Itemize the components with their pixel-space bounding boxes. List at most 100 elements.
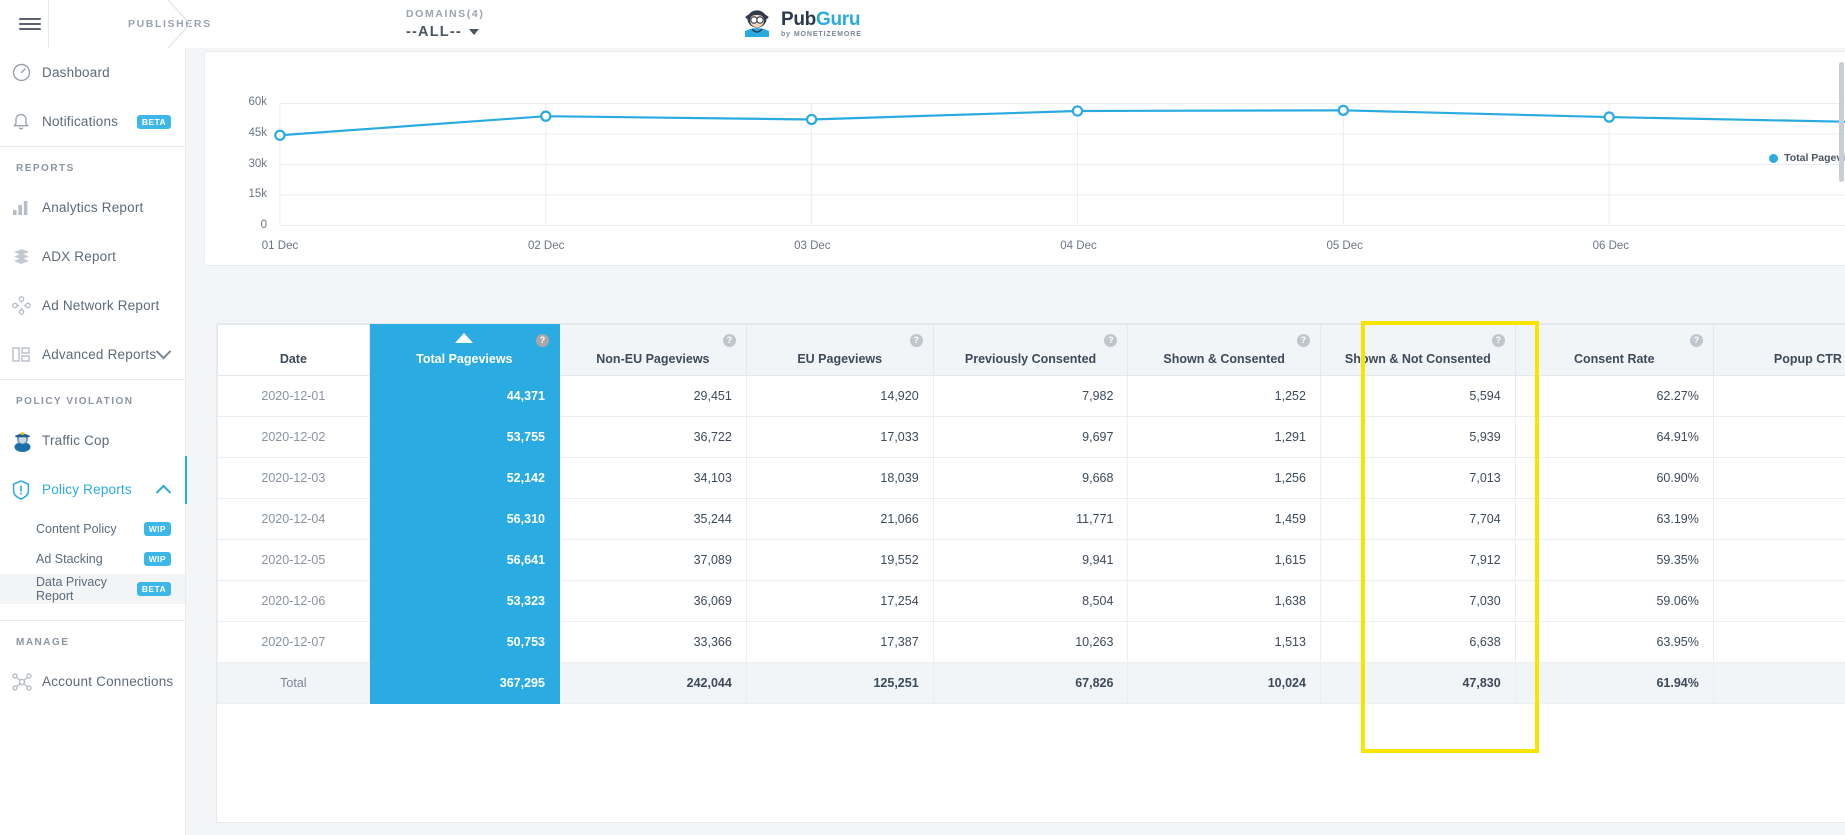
main-content: 60k 45k 30k 15k 0 01 Dec 02 Dec 03 Dec 04 Dec 05 … bbox=[186, 48, 1845, 835]
cell-total_pv: 52,142 bbox=[368, 457, 560, 499]
table-header-non_eu_pv[interactable]: ? Non-EU Pageviews bbox=[558, 324, 747, 376]
sidebar-badge-wip: WIP bbox=[143, 522, 171, 536]
help-icon[interactable]: ? bbox=[1689, 334, 1703, 347]
sidebar-item-advanced-reports[interactable]: Advanced Reports bbox=[0, 330, 185, 379]
cell-eu_pv: 17,387 bbox=[745, 621, 934, 663]
cell-popup_ctr: 18.89% bbox=[1712, 580, 1845, 622]
table-row[interactable]: 2020-12-07 50,753 33,366 17,387 10,263 1,513 6… bbox=[217, 621, 1845, 663]
table-header-label: Shown & Not Consented bbox=[1344, 352, 1491, 366]
pubguru-wordmark: PubGuru by MONETIZEMORE bbox=[781, 10, 862, 38]
page-scrollbar[interactable] bbox=[1838, 48, 1845, 835]
cell-popup_ctr: 16.95% bbox=[1712, 539, 1845, 581]
help-icon[interactable]: ? bbox=[535, 334, 549, 347]
chart-x-tick: 02 Dec bbox=[527, 240, 565, 252]
cell-prev_cons: 8,504 bbox=[932, 580, 1129, 622]
help-icon[interactable]: ? bbox=[909, 334, 923, 347]
chevron-down-icon[interactable] bbox=[155, 343, 172, 360]
cell-date: 2020-12-05 bbox=[217, 539, 370, 581]
sort-ascending-icon[interactable] bbox=[455, 333, 474, 343]
sidebar-item-account-connections-label: Account Connections bbox=[42, 674, 174, 689]
pageviews-chart-card: 60k 45k 30k 15k 0 01 Dec 02 Dec 03 Dec 04 Dec 05 … bbox=[204, 51, 1845, 266]
cell-date: 2020-12-02 bbox=[217, 416, 370, 458]
table-row[interactable]: 2020-12-02 53,755 36,722 17,033 9,697 1,291 5,… bbox=[217, 416, 1845, 458]
help-icon[interactable]: ? bbox=[1104, 334, 1118, 347]
sidebar-item-adx-report[interactable]: ADX Report bbox=[0, 232, 185, 281]
table-header-total_pv[interactable]: ? Total Pageviews bbox=[368, 324, 560, 376]
table-header-row: Date? Total Pageviews? Non-EU Pageviews ? EU… bbox=[217, 324, 1845, 376]
hamburger-menu-icon[interactable] bbox=[6, 18, 54, 30]
table-row[interactable]: 2020-12-03 52,142 34,103 18,039 9,668 1,256 7,… bbox=[217, 457, 1845, 499]
help-icon[interactable]: ? bbox=[722, 334, 736, 347]
sidebar-subitem-content-policy[interactable]: Content Policy WIP bbox=[0, 514, 185, 544]
table-header-label: Non-EU Pageviews bbox=[596, 352, 710, 366]
layers-icon bbox=[12, 248, 42, 265]
chevron-up-icon[interactable] bbox=[155, 484, 172, 501]
chart-x-tick: 01 Dec bbox=[261, 240, 299, 252]
chart-x-tick: 06 Dec bbox=[1592, 240, 1630, 252]
breadcrumb-domains[interactable]: DOMAINS(4) --ALL-- bbox=[392, 0, 592, 48]
table-row[interactable]: 2020-12-04 56,310 35,244 21,066 11,771 1,459 7… bbox=[217, 498, 1845, 540]
table-body: 2020-12-01 44,371 29,451 14,920 7,982 1,252 5,… bbox=[217, 375, 1845, 704]
sidebar-item-analytics-report-label: Analytics Report bbox=[42, 200, 144, 215]
sidebar-item-dashboard-label: Dashboard bbox=[42, 65, 110, 80]
app-root: PUBLISHERS DOMAINS(4) --ALL-- PubGuru by… bbox=[0, 0, 1845, 835]
cell-cons_rate: 64.91% bbox=[1514, 416, 1714, 458]
sidebar-item-traffic-cop[interactable]: Traffic Cop bbox=[0, 416, 185, 465]
police-officer-icon bbox=[12, 430, 42, 452]
sidebar-subitem-ad-stacking[interactable]: Ad Stacking WIP bbox=[0, 544, 185, 574]
sidebar-subitem-data-privacy-report[interactable]: Data Privacy Report BETA bbox=[0, 574, 185, 604]
help-icon[interactable]: ? bbox=[1491, 334, 1505, 347]
table-row[interactable]: 2020-12-05 56,641 37,089 19,552 9,941 1,615 7,… bbox=[217, 539, 1845, 581]
table-header-shown_not[interactable]: ? Shown & Not Consented bbox=[1319, 324, 1516, 376]
export-row: Export bbox=[186, 288, 1845, 316]
cell-total_pv: 44,371 bbox=[368, 375, 560, 417]
table-header-prev_cons[interactable]: ? Previously Consented bbox=[932, 324, 1129, 376]
table-total-row: Total 367,295 242,044 125,251 67,826 10,024 47… bbox=[217, 662, 1845, 704]
table-header-shown_cons[interactable]: ? Shown & Consented bbox=[1127, 324, 1321, 376]
chevron-down-icon bbox=[468, 29, 479, 35]
cell-date: 2020-12-03 bbox=[217, 457, 370, 499]
cell-non_eu_pv: 37,089 bbox=[558, 539, 747, 581]
sidebar-item-account-connections[interactable]: Account Connections bbox=[0, 657, 185, 706]
cell-shown_cons: 1,252 bbox=[1127, 375, 1321, 417]
sidebar-item-policy-reports-label: Policy Reports bbox=[42, 482, 132, 497]
sidebar-item-notifications[interactable]: Notifications BETA bbox=[0, 97, 185, 146]
top-bar: PUBLISHERS DOMAINS(4) --ALL-- PubGuru by… bbox=[0, 0, 1845, 48]
chart-y-tick: 60k bbox=[248, 96, 267, 108]
connections-icon bbox=[12, 672, 42, 691]
sidebar-item-ad-network-report-label: Ad Network Report bbox=[42, 298, 160, 313]
sidebar-item-notifications-label: Notifications bbox=[42, 114, 119, 129]
cell-shown_not: 7,030 bbox=[1319, 580, 1516, 622]
help-icon[interactable]: ? bbox=[1296, 334, 1310, 347]
table-row[interactable]: 2020-12-06 53,323 36,069 17,254 8,504 1,638 7,… bbox=[217, 580, 1845, 622]
cell-shown_cons: 1,615 bbox=[1127, 539, 1321, 581]
divider bbox=[48, 0, 49, 48]
table-header-popup_ctr[interactable]: ?Popup CTR bbox=[1712, 324, 1845, 376]
chart-x-tick: 03 Dec bbox=[794, 240, 831, 252]
table-header-eu_pv[interactable]: ? EU Pageviews bbox=[745, 324, 934, 376]
sidebar-section-manage: MANAGE bbox=[16, 637, 70, 648]
sidebar-item-policy-reports[interactable]: Policy Reports bbox=[0, 465, 185, 514]
cell-non_eu_pv: 242,044 bbox=[558, 662, 747, 704]
cell-non_eu_pv: 34,103 bbox=[558, 457, 747, 499]
cell-shown_not: 5,939 bbox=[1319, 416, 1516, 458]
domains-selector[interactable]: --ALL-- bbox=[406, 24, 592, 40]
legend-color-dot bbox=[1769, 153, 1779, 163]
table-header-cons_rate[interactable]: ? Consent Rate bbox=[1514, 324, 1714, 376]
legend-label-total-pageviews: Total Pageviews bbox=[1784, 152, 1845, 164]
table-header-label: Popup CTR bbox=[1773, 352, 1842, 366]
cell-non_eu_pv: 33,366 bbox=[558, 621, 747, 663]
table-row[interactable]: 2020-12-01 44,371 29,451 14,920 7,982 1,252 5,… bbox=[217, 375, 1845, 417]
sidebar-item-ad-network-report[interactable]: Ad Network Report bbox=[0, 281, 185, 330]
sidebar-item-analytics-report[interactable]: Analytics Report bbox=[0, 183, 185, 232]
table-header-date[interactable]: Date bbox=[217, 324, 370, 376]
cell-non_eu_pv: 36,722 bbox=[558, 416, 747, 458]
cell-total_pv: 53,323 bbox=[368, 580, 560, 622]
chart-x-tick: 05 Dec bbox=[1326, 240, 1363, 252]
cell-prev_cons: 67,826 bbox=[932, 662, 1129, 704]
sidebar-item-dashboard[interactable]: Dashboard bbox=[0, 48, 185, 97]
cell-cons_rate: 59.06% bbox=[1514, 580, 1714, 622]
cell-prev_cons: 9,668 bbox=[932, 457, 1129, 499]
cell-total_pv: 367,295 bbox=[368, 662, 560, 704]
chart-legend[interactable]: Total Pageviews bbox=[1769, 152, 1845, 164]
